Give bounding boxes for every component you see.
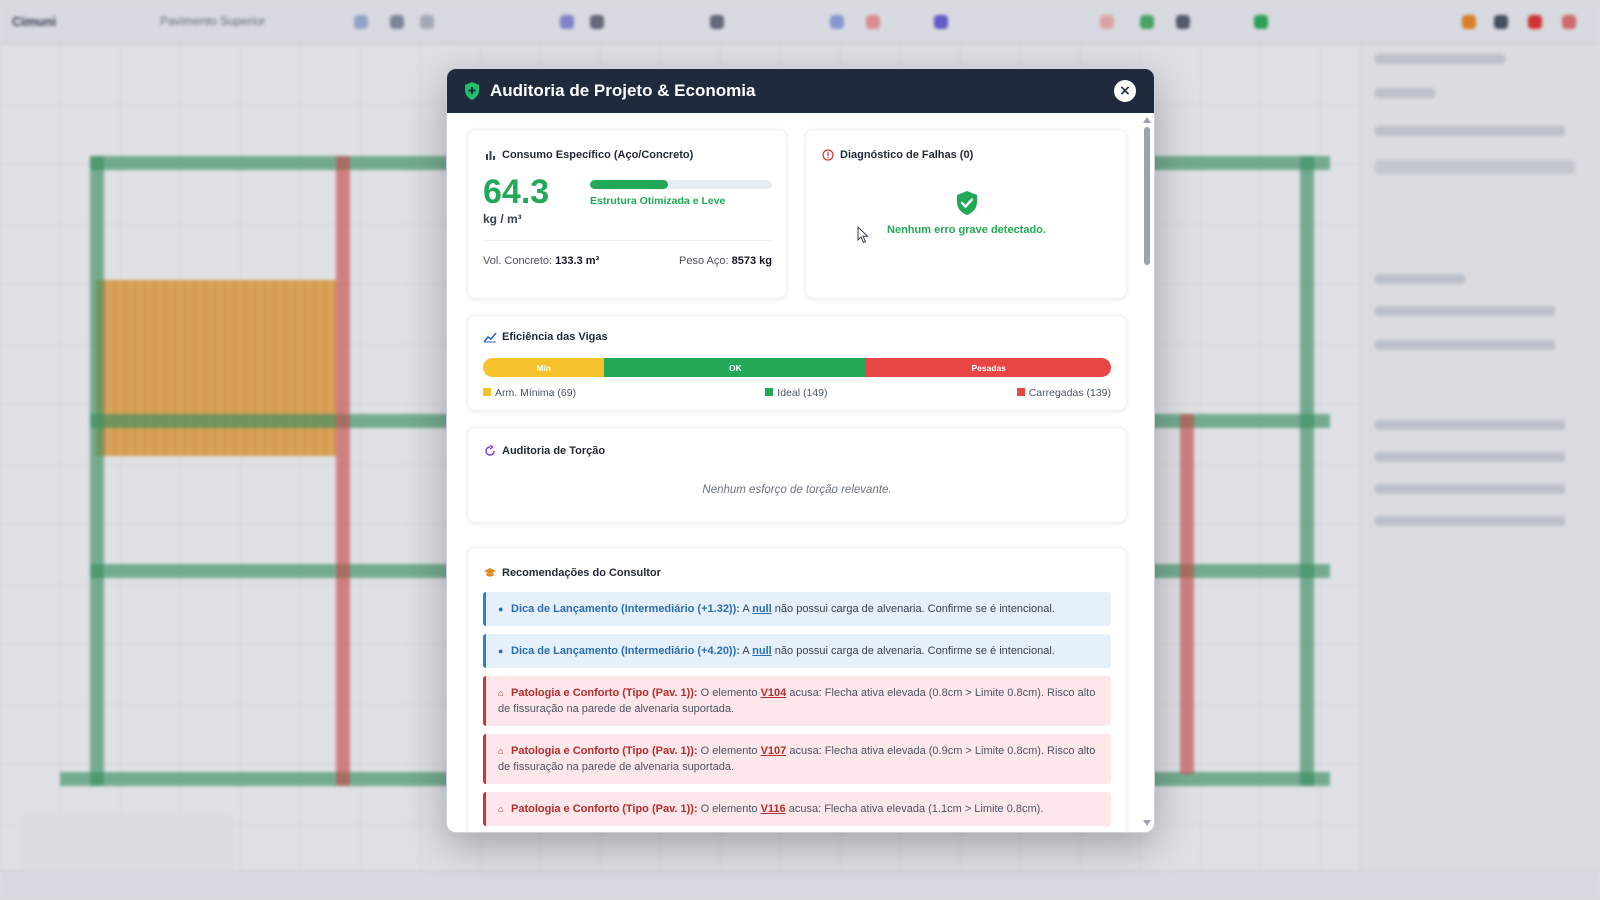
close-button[interactable]: × — [1114, 80, 1136, 102]
vigas-segment-min: Min — [483, 358, 605, 377]
trend-chart-icon — [483, 330, 497, 344]
recommendation-item: ⌂ Patologia e Conforto (Tipo (Pav. 1)): O… — [483, 792, 1111, 826]
diagnostico-title: Diagnóstico de Falhas (0) — [840, 149, 974, 161]
torcao-card: Auditoria de Torção Nenhum esforço de to… — [467, 427, 1127, 523]
mouse-cursor-icon — [857, 226, 869, 244]
graduation-cap-icon — [483, 566, 497, 580]
legend-swatch — [1016, 388, 1025, 396]
legend-label: Arm. Mínima (69) — [495, 387, 577, 399]
vigas-segment-pesadas: Pesadas — [866, 358, 1111, 377]
consumo-title: Consumo Específico (Aço/Concreto) — [502, 149, 694, 161]
legend-swatch — [483, 388, 491, 396]
rotate-icon — [483, 444, 497, 458]
bar-chart-icon — [483, 148, 497, 162]
modal-header: Auditoria de Projeto & Economia × — [447, 69, 1154, 113]
vigas-card: Eficiência das Vigas Min OK Pesadas Arm. M… — [467, 315, 1127, 411]
vol-label: Vol. Concreto: — [483, 255, 553, 267]
recommendation-title: Patologia e Conforto (Tipo (Pav. 1)): — [511, 803, 698, 815]
consumo-progress-fill — [590, 180, 669, 189]
vigas-segment-bar: Min OK Pesadas — [483, 358, 1111, 377]
recommendation-item: ⌂ Patologia e Conforto (Tipo (Pav. 1)): O… — [483, 676, 1111, 726]
vigas-segment-ok: OK — [604, 358, 867, 377]
element-link[interactable]: V116 — [761, 803, 786, 815]
element-link[interactable]: null — [752, 645, 772, 657]
shield-check-icon — [956, 191, 977, 215]
recommendation-item: ● Dica de Lançamento (Intermediário (+1.3… — [483, 592, 1111, 626]
shield-icon — [465, 82, 479, 100]
vigas-legend-item: Carregadas (139) — [1016, 387, 1111, 399]
recommendation-title: Dica de Lançamento (Intermediário (+4.20… — [511, 645, 740, 657]
modal-scrollbar[interactable] — [1142, 115, 1152, 830]
recommendation-text: O elemento — [697, 803, 761, 815]
recomendacoes-title: Recomendações do Consultor — [502, 567, 661, 579]
peso-label: Peso Aço: — [679, 255, 729, 267]
lightbulb-icon: ● — [498, 646, 504, 656]
modal-title: Auditoria de Projeto & Economia — [490, 81, 756, 100]
legend-label: Ideal (149) — [777, 387, 828, 399]
element-link[interactable]: V104 — [761, 687, 787, 699]
modal-body: Consumo Específico (Aço/Concreto) 64.3 k… — [447, 113, 1154, 832]
torcao-title: Auditoria de Torção — [502, 445, 606, 457]
alert-circle-icon — [821, 148, 835, 162]
element-link[interactable]: null — [752, 603, 772, 615]
consumo-value: 64.3 — [483, 173, 550, 211]
consumo-progress-label: Estrutura Otimizada e Leve — [590, 195, 726, 207]
consumo-unit: kg / m³ — [483, 212, 522, 226]
recommendation-text: acusa: Flecha ativa elevada (1.1cm > Lim… — [785, 803, 1044, 815]
diagnostico-card: Diagnóstico de Falhas (0) Nenhum erro gr… — [805, 129, 1127, 299]
vigas-legend-item: Ideal (149) — [765, 387, 828, 399]
home-icon: ⌂ — [498, 804, 504, 814]
recommendation-text: não possui carga de alvenaria. Confirme … — [771, 603, 1055, 615]
recommendation-item: ⌂ Patologia e Conforto (Tipo (Pav. 1)): O… — [483, 734, 1111, 784]
divider — [483, 240, 772, 241]
vol-concreto-stat: Vol. Concreto: 133.3 m³ — [483, 255, 599, 267]
scroll-up-arrow[interactable] — [1143, 117, 1151, 123]
lightbulb-icon: ● — [498, 604, 504, 614]
peso-value: 8573 kg — [731, 255, 772, 267]
recommendation-title: Patologia e Conforto (Tipo (Pav. 1)): — [511, 745, 698, 757]
recommendation-title: Dica de Lançamento (Intermediário (+1.32… — [511, 603, 740, 615]
audit-modal: Auditoria de Projeto & Economia × Consum… — [446, 68, 1155, 833]
vigas-legend: Arm. Mínima (69) Ideal (149) Carregadas (1… — [483, 387, 1111, 399]
element-link[interactable]: V107 — [761, 745, 787, 757]
recommendation-text: O elemento — [697, 687, 761, 699]
recommendation-item: ● Dica de Lançamento (Intermediário (+4.2… — [483, 634, 1111, 668]
recommendation-title: Patologia e Conforto (Tipo (Pav. 1)): — [511, 687, 698, 699]
vigas-title: Eficiência das Vigas — [502, 331, 608, 343]
recommendation-text: O elemento — [697, 745, 761, 757]
torcao-empty-message: Nenhum esforço de torção relevante. — [702, 484, 892, 496]
vol-value: 133.3 m³ — [555, 255, 600, 267]
vigas-legend-item: Arm. Mínima (69) — [483, 387, 576, 399]
consumo-card: Consumo Específico (Aço/Concreto) 64.3 k… — [467, 129, 787, 299]
recommendation-text: A — [739, 645, 753, 657]
scroll-down-arrow[interactable] — [1143, 820, 1151, 826]
recommendation-text: não possui carga de alvenaria. Confirme … — [771, 645, 1055, 657]
peso-aco-stat: Peso Aço: 8573 kg — [679, 255, 772, 267]
legend-label: Carregadas (139) — [1028, 387, 1111, 399]
recomendacoes-card: Recomendações do Consultor ● Dica de Lanç… — [467, 547, 1127, 832]
recomendacoes-list: ● Dica de Lançamento (Intermediário (+1.3… — [483, 592, 1111, 826]
scroll-thumb[interactable] — [1144, 127, 1150, 265]
recommendation-text: A — [739, 603, 753, 615]
home-icon: ⌂ — [498, 688, 504, 698]
consumo-progress-bar — [590, 180, 772, 189]
legend-swatch — [765, 388, 774, 396]
home-icon: ⌂ — [498, 746, 504, 756]
